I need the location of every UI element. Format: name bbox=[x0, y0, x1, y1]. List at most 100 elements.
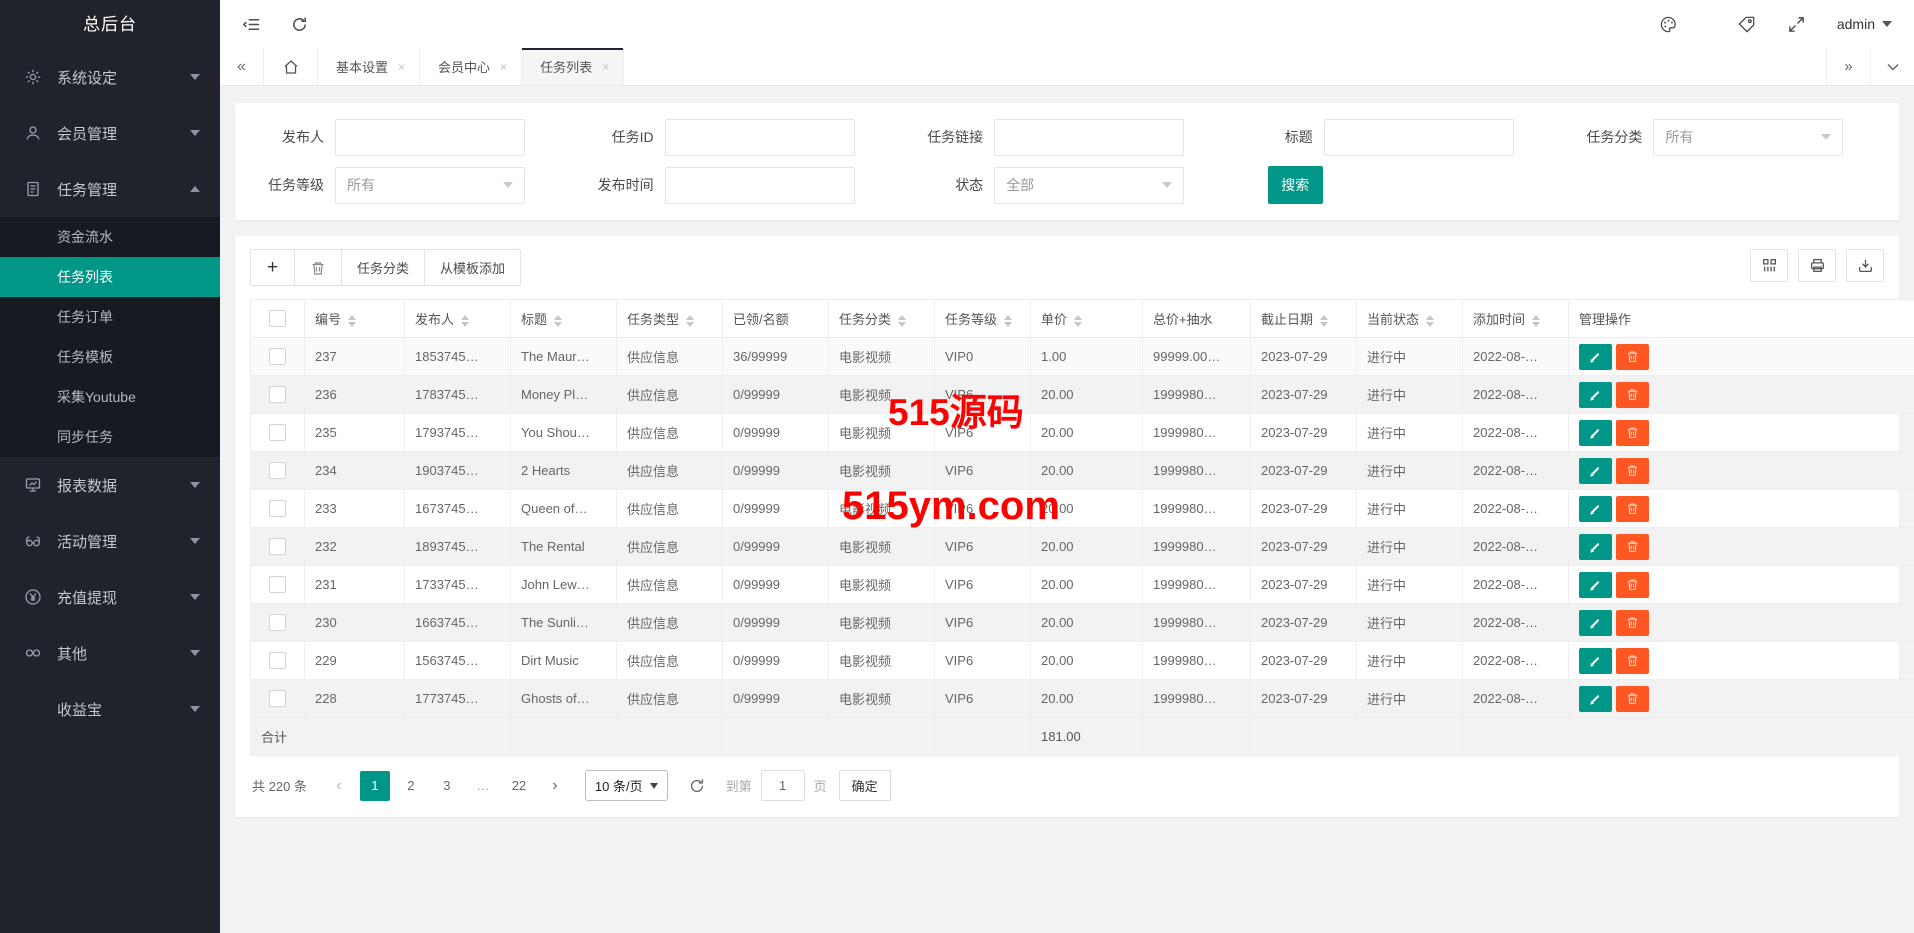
edit-button[interactable] bbox=[1579, 382, 1612, 408]
close-icon[interactable]: × bbox=[602, 60, 609, 74]
sidebar-subitem[interactable]: 任务模板 bbox=[0, 337, 220, 377]
add-row-button[interactable]: + bbox=[250, 249, 295, 286]
row-checkbox[interactable] bbox=[269, 614, 286, 631]
delete-button[interactable] bbox=[1616, 572, 1649, 598]
delete-button[interactable] bbox=[1616, 496, 1649, 522]
page-button[interactable]: 22 bbox=[504, 771, 534, 801]
sort-icon[interactable] bbox=[1532, 315, 1540, 327]
home-tab[interactable] bbox=[264, 48, 318, 85]
sidebar-item[interactable]: 其他 bbox=[0, 625, 220, 681]
goto-confirm-button[interactable]: 确定 bbox=[839, 770, 891, 801]
sidebar-item[interactable]: 报表数据 bbox=[0, 457, 220, 513]
row-checkbox[interactable] bbox=[269, 348, 286, 365]
tab[interactable]: 会员中心× bbox=[420, 48, 522, 85]
page-button[interactable]: 3 bbox=[432, 771, 462, 801]
sidebar-item[interactable]: 任务管理 bbox=[0, 161, 220, 217]
cell-ops bbox=[1569, 452, 1914, 490]
sidebar-item[interactable]: 会员管理 bbox=[0, 105, 220, 161]
prev-page-button[interactable]: ‹ bbox=[324, 771, 354, 801]
tabs-menu-button[interactable] bbox=[1870, 48, 1914, 85]
table-refresh-button[interactable] bbox=[688, 777, 706, 795]
collapse-menu-icon[interactable] bbox=[242, 14, 262, 34]
edit-button[interactable] bbox=[1579, 496, 1612, 522]
refresh-icon[interactable] bbox=[290, 14, 310, 34]
edit-button[interactable] bbox=[1579, 344, 1612, 370]
row-checkbox[interactable] bbox=[269, 652, 286, 669]
edit-button[interactable] bbox=[1579, 648, 1612, 674]
field-input[interactable] bbox=[994, 119, 1184, 156]
delete-button[interactable] bbox=[1616, 458, 1649, 484]
palette-icon[interactable] bbox=[1659, 14, 1679, 34]
edit-button[interactable] bbox=[1579, 458, 1612, 484]
next-page-button[interactable]: › bbox=[540, 771, 570, 801]
delete-button[interactable] bbox=[1616, 686, 1649, 712]
tab[interactable]: 基本设置× bbox=[318, 48, 420, 85]
delete-button[interactable] bbox=[1616, 648, 1649, 674]
tag-icon[interactable] bbox=[1737, 14, 1757, 34]
edit-button[interactable] bbox=[1579, 420, 1612, 446]
export-button[interactable] bbox=[1846, 249, 1884, 282]
delete-button[interactable] bbox=[1616, 382, 1649, 408]
sidebar-item[interactable]: 活动管理 bbox=[0, 513, 220, 569]
row-checkbox[interactable] bbox=[269, 462, 286, 479]
delete-button[interactable] bbox=[1616, 610, 1649, 636]
delete-button[interactable] bbox=[1616, 344, 1649, 370]
sidebar-subitem[interactable]: 任务订单 bbox=[0, 297, 220, 337]
sort-icon[interactable] bbox=[348, 315, 356, 327]
goto-page-input[interactable] bbox=[761, 770, 805, 801]
sort-icon[interactable] bbox=[1426, 315, 1434, 327]
tabs-scroll-right-button[interactable]: » bbox=[1826, 48, 1870, 85]
select-all-checkbox[interactable] bbox=[269, 310, 286, 327]
tabs-scroll-left-button[interactable]: « bbox=[220, 48, 264, 85]
page-button-active[interactable]: 1 bbox=[360, 771, 390, 801]
delete-button[interactable] bbox=[1616, 420, 1649, 446]
tab-active[interactable]: 任务列表× bbox=[522, 48, 624, 85]
columns-toggle-button[interactable] bbox=[1750, 249, 1788, 282]
sidebar-subitem[interactable]: 同步任务 bbox=[0, 417, 220, 457]
row-checkbox[interactable] bbox=[269, 538, 286, 555]
sort-icon[interactable] bbox=[686, 315, 694, 327]
sidebar-item[interactable]: 收益宝 bbox=[0, 681, 220, 737]
field-input[interactable] bbox=[1324, 119, 1514, 156]
sort-icon[interactable] bbox=[1074, 315, 1082, 327]
sidebar-item[interactable]: 充值提现 bbox=[0, 569, 220, 625]
page-button[interactable]: 2 bbox=[396, 771, 426, 801]
close-icon[interactable]: × bbox=[500, 60, 507, 74]
page-ellipsis: … bbox=[468, 771, 498, 801]
delete-rows-button[interactable] bbox=[294, 249, 342, 286]
delete-button[interactable] bbox=[1616, 534, 1649, 560]
sidebar-subitem[interactable]: 资金流水 bbox=[0, 217, 220, 257]
sidebar-subitem-active[interactable]: 任务列表 bbox=[0, 257, 220, 297]
search-button[interactable]: 搜索 bbox=[1268, 166, 1323, 204]
field-input[interactable] bbox=[335, 119, 525, 156]
add-from-template-button[interactable]: 从模板添加 bbox=[424, 249, 521, 286]
row-checkbox[interactable] bbox=[269, 386, 286, 403]
sort-icon[interactable] bbox=[1004, 315, 1012, 327]
fullscreen-icon[interactable] bbox=[1787, 14, 1807, 34]
edit-button[interactable] bbox=[1579, 686, 1612, 712]
user-menu[interactable]: admin bbox=[1837, 16, 1892, 32]
row-checkbox[interactable] bbox=[269, 424, 286, 441]
row-checkbox[interactable] bbox=[269, 500, 286, 517]
row-checkbox[interactable] bbox=[269, 576, 286, 593]
sort-icon[interactable] bbox=[898, 315, 906, 327]
print-button[interactable] bbox=[1798, 249, 1836, 282]
field-input[interactable] bbox=[665, 167, 855, 204]
sidebar-subitem[interactable]: 采集Youtube bbox=[0, 377, 220, 417]
edit-button[interactable] bbox=[1579, 572, 1612, 598]
field-select[interactable]: 全部 bbox=[994, 167, 1184, 204]
field-input[interactable] bbox=[665, 119, 855, 156]
sort-icon[interactable] bbox=[461, 315, 469, 327]
sidebar-item[interactable]: 系统设定 bbox=[0, 49, 220, 105]
row-select-cell bbox=[251, 680, 305, 718]
close-icon[interactable]: × bbox=[398, 60, 405, 74]
edit-button[interactable] bbox=[1579, 534, 1612, 560]
page-size-select[interactable]: 10 条/页 bbox=[585, 770, 668, 801]
field-select[interactable]: 所有 bbox=[1653, 119, 1843, 156]
sort-icon[interactable] bbox=[1320, 315, 1328, 327]
edit-button[interactable] bbox=[1579, 610, 1612, 636]
field-select[interactable]: 所有 bbox=[335, 167, 525, 204]
sort-icon[interactable] bbox=[554, 315, 562, 327]
row-checkbox[interactable] bbox=[269, 690, 286, 707]
task-category-button[interactable]: 任务分类 bbox=[341, 249, 425, 286]
